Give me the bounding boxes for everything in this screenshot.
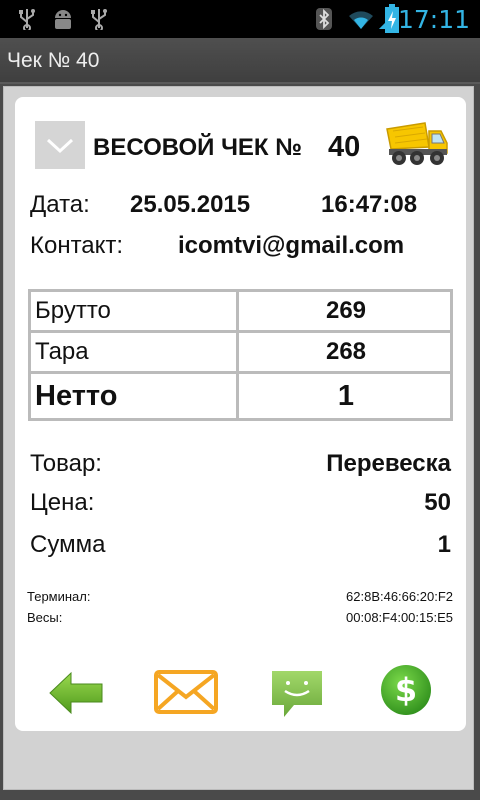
wifi-icon [349,11,373,29]
action-bar: Чек № 40 [0,38,480,84]
time-value: 16:47:08 [321,191,418,218]
gross-value: 269 [325,297,367,324]
net-value: 1 [337,380,355,412]
date-value: 25.05.2015 [130,191,251,218]
usb-icon [19,9,35,30]
bluetooth-icon [316,8,332,30]
terminal-value: 62:8B:46:66:20:F2 [346,589,453,604]
status-bar: 17:11 [0,0,480,38]
usb-icon [91,9,107,30]
receipt-card: ВЕСОВОЙ ЧЕК № 40 Дата: 25.05.2015 16:47:… [15,97,466,731]
date-label: Дата: [30,191,90,218]
clock: 17:11 [397,5,470,34]
dump-truck-icon [386,122,448,165]
price-value: 50 [424,489,451,516]
expand-button[interactable] [35,121,85,169]
dollar-icon[interactable]: $ [379,663,433,717]
page-title: Чек № 40 [7,49,100,72]
receipt-heading: ВЕСОВОЙ ЧЕК № [93,134,303,161]
table-row: Нетто 1 [31,374,450,418]
weights-table: Брутто 269 Тара 268 Нетто 1 [28,289,453,421]
email-icon[interactable] [153,667,219,719]
price-label: Цена: [30,489,95,516]
scales-label: Весы: [27,610,63,625]
tare-label: Тара [31,333,239,371]
sum-value: 1 [437,531,451,558]
gross-label: Брутто [31,292,239,330]
contact-value: icomtvi@gmail.com [178,232,405,259]
sms-icon[interactable] [270,667,324,727]
table-row: Брутто 269 [31,292,450,333]
terminal-label: Терминал: [27,589,91,604]
net-label: Нетто [31,374,239,418]
goods-label: Товар: [30,450,102,477]
goods-value: Перевеска [326,450,451,477]
receipt-number: 40 [328,131,361,163]
sum-label: Сумма [30,531,106,558]
contact-label: Контакт: [30,232,124,259]
back-arrow-icon[interactable] [47,667,105,719]
svg-text:$: $ [395,671,417,709]
tare-value: 268 [325,338,367,365]
table-row: Тара 268 [31,333,450,374]
chevron-down-icon [46,138,74,154]
scales-value: 00:08:F4:00:15:E5 [346,610,453,625]
android-debug-icon [55,10,71,29]
